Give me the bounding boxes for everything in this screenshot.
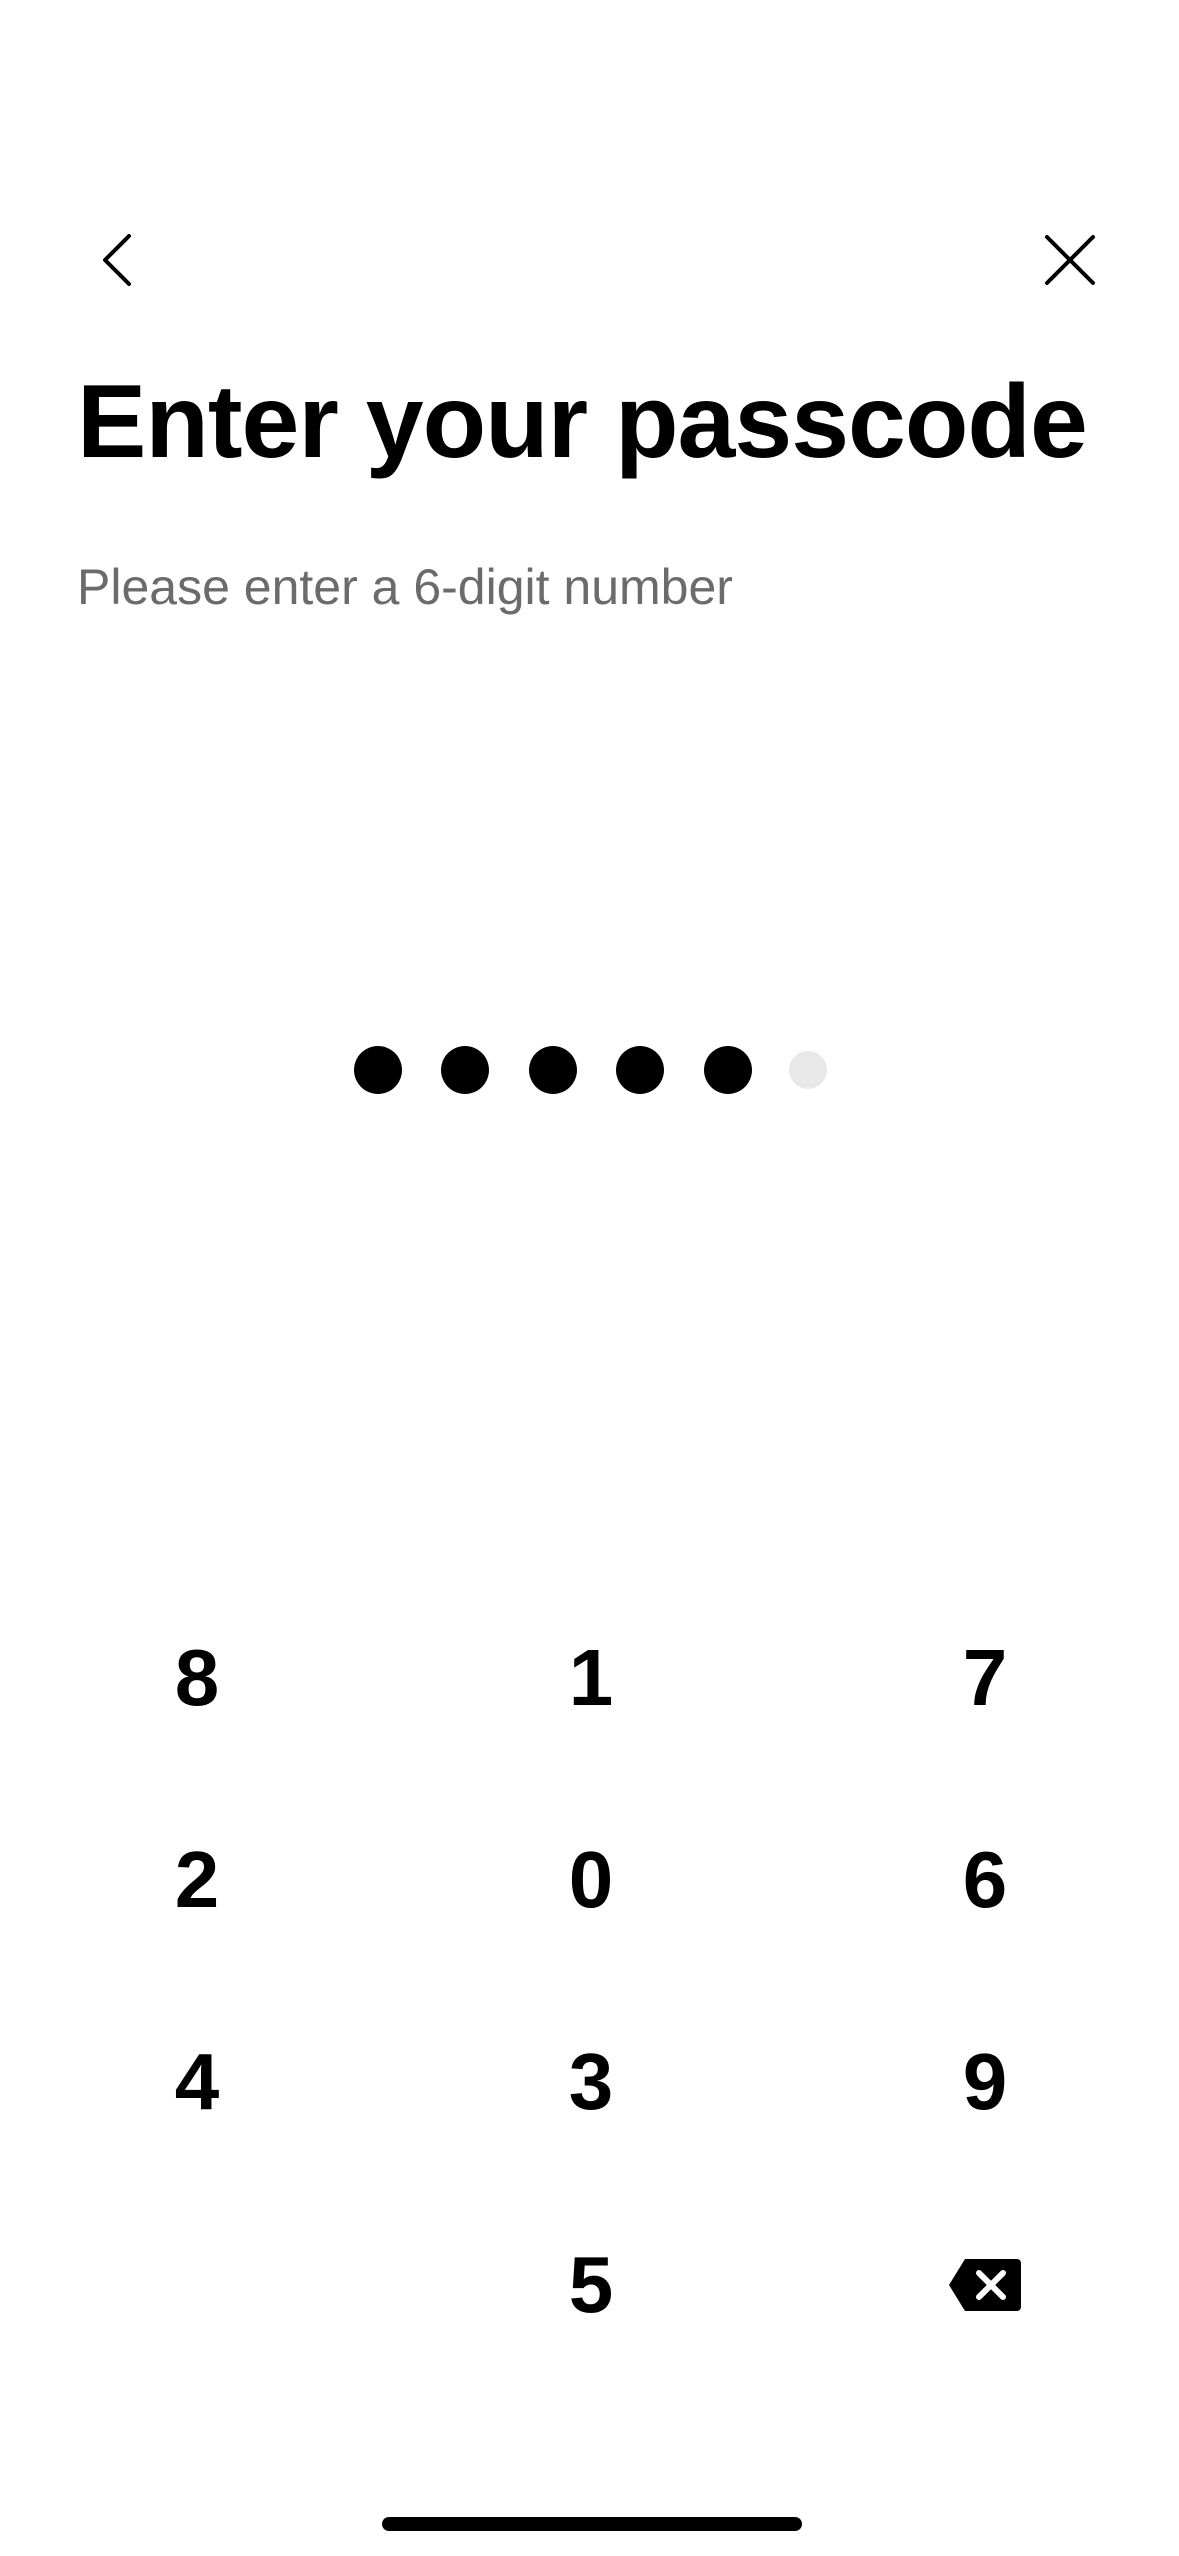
keypad-key-3[interactable]: 3 [441, 1997, 741, 2167]
keypad-key-2[interactable]: 2 [47, 1795, 347, 1965]
passcode-dot-filled [616, 1046, 664, 1094]
page-subtitle: Please enter a 6-digit number [77, 559, 733, 615]
keypad-key-label: 0 [568, 1835, 614, 1924]
keypad-key-1[interactable]: 1 [441, 1593, 741, 1763]
home-indicator [382, 2517, 802, 2531]
close-button[interactable] [1020, 210, 1120, 310]
keypad-key-6[interactable]: 6 [835, 1795, 1135, 1965]
keypad-key-4[interactable]: 4 [47, 1997, 347, 2167]
keypad-key-label: 7 [962, 1633, 1008, 1722]
passcode-dot-filled [354, 1046, 402, 1094]
passcode-dot-filled [529, 1046, 577, 1094]
keypad-key-label: 1 [568, 1633, 614, 1722]
back-button[interactable] [67, 210, 167, 310]
keypad-key-5[interactable]: 5 [441, 2200, 741, 2370]
keypad-key-label: 4 [174, 2037, 220, 2126]
keypad-key-8[interactable]: 8 [47, 1593, 347, 1763]
keypad-key-label: 2 [174, 1835, 220, 1924]
keypad-key-label: 6 [962, 1835, 1008, 1924]
backspace-icon [949, 2259, 1021, 2311]
close-icon [1045, 235, 1095, 285]
passcode-dot-filled [441, 1046, 489, 1094]
keypad-key-7[interactable]: 7 [835, 1593, 1135, 1763]
page-title: Enter your passcode [77, 364, 1088, 480]
passcode-dot-filled [704, 1046, 752, 1094]
keypad-key-label: 8 [174, 1633, 220, 1722]
keypad-key-9[interactable]: 9 [835, 1997, 1135, 2167]
keypad-key-label: 9 [962, 2037, 1008, 2126]
passcode-dot-empty [789, 1051, 827, 1089]
keypad-key-label: 3 [568, 2037, 614, 2126]
chevron-left-icon [103, 234, 131, 286]
keypad-key-0[interactable]: 0 [441, 1795, 741, 1965]
keypad-key-label: 5 [568, 2240, 614, 2329]
backspace-key[interactable] [835, 2200, 1135, 2370]
passcode-indicator [0, 1040, 1179, 1100]
